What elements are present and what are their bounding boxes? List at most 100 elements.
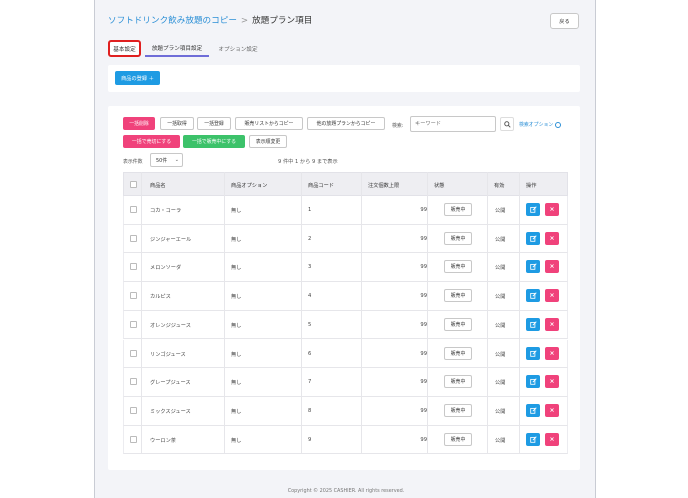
register-card: 商品の登録 ＋ [108,65,580,92]
product-name: ウーロン茶 [150,437,176,444]
product-name: オレンジジュース [150,322,191,329]
product-option: 無し [231,294,242,301]
row-checkbox[interactable] [130,234,137,242]
edit-icon [529,435,537,443]
edit-button[interactable] [526,317,540,331]
status-button[interactable]: 販売中 [444,260,472,274]
edit-button[interactable] [526,260,540,274]
bulk-soldout-button[interactable]: 一括で売切にする [123,135,180,148]
breadcrumb: ソフトドリンク飲み放題のコピー > 放題プラン項目 [108,14,312,26]
copy-from-other-plan-button[interactable]: 他の放題プランからコピー [307,117,385,130]
table-row: ミックスジュース 無し 8 99 販売中 公開 × [123,396,568,426]
row-checkbox[interactable] [130,320,137,328]
delete-button[interactable]: × [545,260,559,274]
delete-icon: × [549,435,555,443]
row-checkbox[interactable] [130,378,137,386]
edit-icon [529,263,537,271]
search-input[interactable] [410,116,496,132]
table-header: 商品名 商品オプション 商品コード 注文個数上限 状態 有効 操作 [123,172,568,196]
breadcrumb-parent-link[interactable]: ソフトドリンク飲み放題のコピー [108,16,237,26]
page-size-select[interactable]: 50件 ⌄ [150,153,183,167]
edit-button[interactable] [526,375,540,389]
row-checkbox[interactable] [130,263,137,271]
app-frame: ソフトドリンク飲み放題のコピー > 放題プラン項目 戻る 基本設定 放題プラン項目設… [94,0,596,498]
column-divider [301,172,302,455]
register-product-button[interactable]: 商品の登録 ＋ [115,71,160,85]
delete-button[interactable]: × [545,231,559,245]
copy-from-sales-list-button[interactable]: 販売リストからコピー [235,117,303,130]
delete-button[interactable]: × [545,375,559,389]
delete-button[interactable]: × [545,432,559,446]
bulk-register-button[interactable]: 一括登録 [197,117,231,130]
row-checkbox[interactable] [130,435,137,443]
edit-button[interactable] [526,231,540,245]
select-all-checkbox[interactable] [130,181,137,188]
active-status: 公開 [495,322,506,329]
status-button[interactable]: 販売中 [444,346,472,360]
search-options-link[interactable]: 検索オプション [519,121,562,128]
column-divider [519,172,520,455]
delete-button[interactable]: × [545,403,559,417]
active-status: 公開 [495,236,506,243]
order-limit: 99 [420,379,427,386]
order-limit: 99 [420,407,427,414]
product-name: コカ・コーラ [150,208,182,214]
status-button[interactable]: 販売中 [444,317,472,331]
edit-button[interactable] [526,289,540,303]
status-button[interactable]: 販売中 [444,375,472,389]
column-header-actions: 操作 [526,183,537,189]
breadcrumb-separator: > [240,16,249,26]
status-button[interactable]: 販売中 [444,403,472,417]
back-button[interactable]: 戻る [550,13,579,29]
product-option: 無し [231,351,242,358]
status-button[interactable]: 販売中 [444,203,472,216]
change-order-button[interactable]: 表示順変更 [249,135,287,148]
status-button[interactable]: 販売中 [444,231,472,245]
tab-basic-settings[interactable]: 基本設定 [108,40,141,57]
column-divider [224,172,225,455]
product-list-card: 一括削除 一括取得 一括登録 販売リストからコピー 他の放題プランからコピー 検… [108,106,580,470]
delete-icon: × [549,320,555,328]
order-limit: 99 [420,264,427,271]
edit-icon [529,292,537,299]
row-checkbox[interactable] [130,206,137,213]
delete-button[interactable]: × [545,346,559,360]
edit-button[interactable] [526,203,540,216]
edit-button[interactable] [526,403,540,417]
bulk-onsale-button[interactable]: 一括で販売中にする [183,135,245,148]
delete-icon: × [549,406,555,414]
product-name: ミックスジュース [150,408,191,415]
delete-button[interactable]: × [545,317,559,331]
results-info: 9 件中 1 から 9 まで表示 [278,159,338,165]
status-button[interactable]: 販売中 [444,289,472,303]
order-limit: 99 [420,436,427,443]
bulk-delete-button[interactable]: 一括削除 [123,117,155,130]
status-button[interactable]: 販売中 [444,432,472,446]
delete-button[interactable]: × [545,203,559,216]
row-checkbox[interactable] [130,292,137,300]
column-divider [141,172,142,455]
product-name: ジンジャーエール [150,236,192,243]
product-option: 無し [231,437,242,444]
edit-button[interactable] [526,432,540,446]
table-row: ジンジャーエール 無し 2 99 販売中 公開 × [123,224,568,254]
delete-button[interactable]: × [545,289,559,303]
active-status: 公開 [495,208,506,214]
search-label: 検索: [392,123,404,129]
row-checkbox[interactable] [130,406,137,414]
product-code: 4 [308,293,312,300]
table-row: コカ・コーラ 無し 1 99 販売中 公開 × [123,196,568,225]
edit-button[interactable] [526,346,540,360]
delete-icon: × [549,292,555,300]
order-limit: 99 [420,235,427,242]
product-name: リンゴジュース [150,351,186,358]
product-code: 8 [308,407,312,414]
row-checkbox[interactable] [130,349,137,357]
edit-icon [529,206,537,213]
active-status: 公開 [495,408,506,415]
tab-plan-items[interactable]: 放題プラン項目設定 [145,40,209,57]
search-button[interactable] [500,117,514,131]
tab-options[interactable]: オプション設定 [213,40,263,57]
bulk-get-button[interactable]: 一括取得 [160,117,194,130]
product-option: 無し [231,408,242,415]
